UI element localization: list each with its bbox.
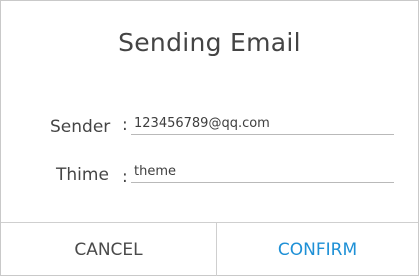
theme-label: Thime xyxy=(56,165,109,185)
sender-label: Sender xyxy=(50,117,111,137)
dialog-footer: CANCEL CONFIRM xyxy=(1,222,418,276)
theme-input[interactable] xyxy=(131,161,394,183)
sending-email-dialog: Sending Email Sender : Thime : CANCEL CO… xyxy=(0,0,419,276)
dialog-title: Sending Email xyxy=(118,28,301,57)
confirm-button[interactable]: CONFIRM xyxy=(217,223,418,276)
theme-colon: : xyxy=(122,167,128,187)
sender-colon: : xyxy=(122,115,128,135)
sender-input[interactable] xyxy=(131,113,394,135)
cancel-button[interactable]: CANCEL xyxy=(1,223,216,276)
